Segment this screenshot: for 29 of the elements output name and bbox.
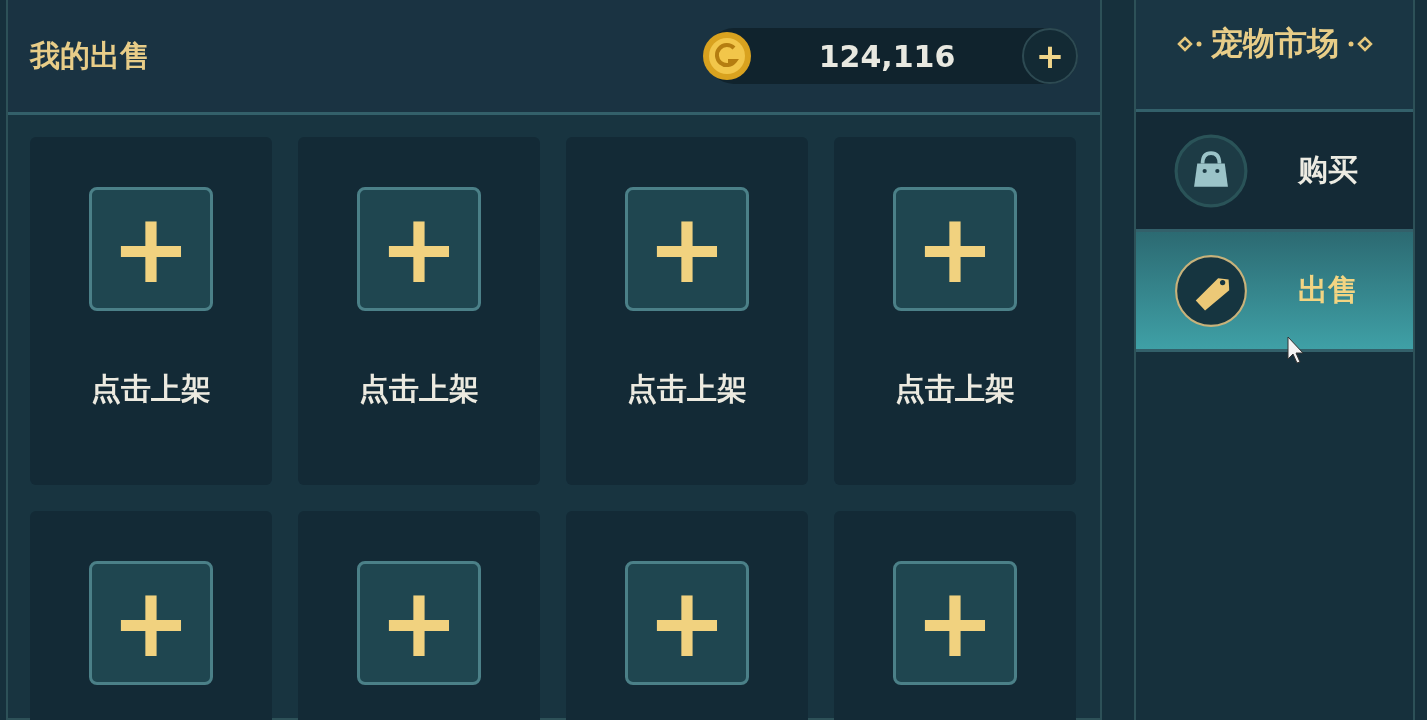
price-tag-icon xyxy=(1174,253,1248,328)
add-coins-button[interactable]: + xyxy=(1022,28,1078,84)
section-title: 我的出售 xyxy=(30,36,150,75)
slot-label: 点击上架 xyxy=(359,370,479,408)
shopping-bag-icon xyxy=(1174,133,1248,208)
add-item-button[interactable]: + xyxy=(89,187,213,311)
coin-icon xyxy=(702,31,752,81)
mouse-pointer-icon xyxy=(1286,335,1306,365)
add-item-button[interactable]: + xyxy=(89,561,213,685)
add-item-button[interactable]: + xyxy=(625,561,749,685)
add-item-button[interactable]: + xyxy=(893,561,1017,685)
add-item-button[interactable]: + xyxy=(625,187,749,311)
sale-slot[interactable]: + 点击上架 xyxy=(834,137,1076,485)
add-item-button[interactable]: + xyxy=(893,187,1017,311)
sale-slot[interactable]: + 点击上架 xyxy=(298,137,540,485)
market-title: 宠物市场 xyxy=(1210,23,1339,64)
market-tab[interactable]: 购买 xyxy=(1136,112,1413,232)
sale-slot[interactable]: + xyxy=(566,511,808,720)
add-item-button[interactable]: + xyxy=(357,187,481,311)
add-item-button[interactable]: + xyxy=(357,561,481,685)
slot-label: 点击上架 xyxy=(895,370,1015,408)
sale-slot[interactable]: + xyxy=(30,511,272,720)
sale-slot[interactable]: + 点击上架 xyxy=(566,137,808,485)
sale-slot[interactable]: + xyxy=(834,511,1076,720)
slot-label: 点击上架 xyxy=(91,370,211,408)
coin-amount: 124,116 xyxy=(817,38,957,74)
sale-slot[interactable]: + xyxy=(298,511,540,720)
slot-label: 点击上架 xyxy=(627,370,747,408)
sale-slot[interactable]: + 点击上架 xyxy=(30,137,272,485)
